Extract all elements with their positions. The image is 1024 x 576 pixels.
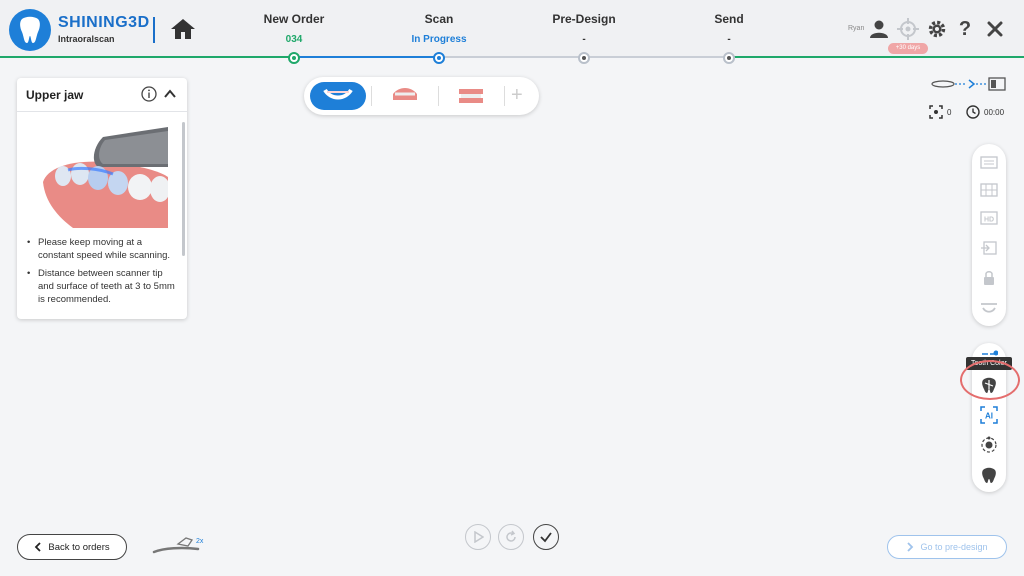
ai-icon[interactable]: AI	[979, 405, 999, 425]
grid-icon[interactable]	[979, 180, 999, 200]
shot-count: 0	[947, 107, 952, 117]
step-title: Pre-Design	[552, 12, 616, 26]
brand-name: SHINING3D	[58, 14, 150, 31]
step-subtitle: -	[582, 34, 586, 45]
check-icon	[540, 532, 552, 543]
help-icon[interactable]: ?	[954, 18, 976, 40]
clock-icon	[966, 105, 980, 119]
info-icon[interactable]	[141, 86, 157, 107]
step-title: Scan	[424, 12, 454, 26]
highlight-ring	[960, 360, 1020, 400]
upper-jaw-button[interactable]	[310, 82, 366, 110]
hd-icon[interactable]: HD	[979, 208, 999, 228]
play-icon	[474, 531, 484, 543]
step-dot-pre-design	[578, 52, 590, 64]
step-dot-new-order	[288, 52, 300, 64]
timer-value: 00:00	[984, 107, 1005, 117]
crosshair-icon[interactable]	[897, 18, 919, 40]
back-label: Back to orders	[48, 541, 110, 553]
jaw-divider	[438, 86, 439, 106]
jaw-divider	[504, 86, 505, 106]
bite-button[interactable]	[443, 82, 499, 110]
step-title: New Order	[263, 12, 325, 26]
play-button[interactable]	[465, 524, 491, 550]
chevron-right-icon	[907, 542, 914, 552]
confirm-button[interactable]	[533, 524, 559, 550]
scanning-illustration	[43, 122, 170, 228]
lower-jaw-button[interactable]	[377, 82, 433, 110]
orbit-icon[interactable]	[979, 435, 999, 455]
header-bar: SHINING3D Intraoralscan New Order 034 Sc…	[0, 0, 1024, 64]
arch-icon[interactable]	[979, 298, 999, 318]
refresh-icon	[506, 530, 516, 542]
lower-jaw-icon	[393, 88, 417, 100]
add-scan-icon[interactable]: +	[511, 85, 523, 105]
back-to-orders-button[interactable]: Back to orders	[17, 534, 127, 560]
step-dot-send	[723, 52, 735, 64]
step-scan[interactable]: Scan In Progress	[379, 12, 499, 45]
logo-tooth-icon	[9, 9, 51, 51]
upper-jaw-icon	[323, 88, 353, 100]
close-icon[interactable]	[984, 18, 1006, 40]
brand-divider	[153, 17, 155, 43]
scanner-connection-icon	[931, 76, 1007, 97]
step-subtitle: In Progress	[411, 34, 467, 45]
home-icon[interactable]	[170, 17, 196, 46]
scanner-multiplier: 2x	[196, 538, 204, 545]
step-new-order[interactable]: New Order 034	[234, 12, 354, 45]
step-pre-design[interactable]: Pre-Design -	[524, 12, 644, 45]
texture-icon[interactable]	[979, 152, 999, 172]
scan-frame-icon	[929, 105, 943, 119]
panel-title: Upper jaw	[26, 88, 84, 102]
bite-icon	[459, 89, 483, 103]
go-to-pre-design-button[interactable]: Go to pre-design	[887, 535, 1007, 559]
step-subtitle: 034	[285, 34, 303, 45]
scan-timer: 00:00	[966, 105, 1004, 119]
step-dot-scan	[433, 52, 445, 64]
lock-icon[interactable]	[979, 268, 999, 288]
trial-badge: +30 days	[888, 43, 928, 54]
svg-text:HD: HD	[984, 217, 994, 224]
panel-scrollbar[interactable]	[182, 122, 185, 256]
jaw-selector: +	[304, 77, 539, 115]
shot-counter: 0	[929, 105, 951, 119]
guide-panel: Upper jaw Please keep moving at a consta…	[17, 78, 187, 319]
jaw-divider	[371, 86, 372, 106]
scanner-tip-icon: 2x	[152, 534, 212, 561]
panel-divider	[17, 111, 187, 112]
brand-subtitle: Intraoralscan	[58, 34, 115, 44]
import-icon[interactable]	[979, 238, 999, 258]
user-name: Ryan	[848, 25, 865, 32]
step-title: Send	[714, 12, 744, 26]
progress-track-done	[294, 56, 440, 58]
tips-list: Please keep moving at a constant speed w…	[25, 236, 177, 311]
tip-item: Please keep moving at a constant speed w…	[25, 236, 177, 262]
step-subtitle: -	[727, 34, 731, 45]
svg-text:AI: AI	[985, 412, 993, 421]
gear-icon[interactable]	[926, 18, 948, 40]
scan-tools-toolbar: HD	[972, 144, 1006, 326]
user-icon[interactable]	[868, 18, 890, 40]
chevron-up-icon[interactable]	[163, 87, 177, 106]
chevron-left-icon	[35, 542, 42, 552]
pre-design-label: Go to pre-design	[920, 542, 988, 552]
step-send[interactable]: Send -	[669, 12, 789, 45]
rescan-button[interactable]	[498, 524, 524, 550]
tip-item: Distance between scanner tip and surface…	[25, 267, 177, 306]
tooth-tool-icon[interactable]	[979, 465, 999, 485]
